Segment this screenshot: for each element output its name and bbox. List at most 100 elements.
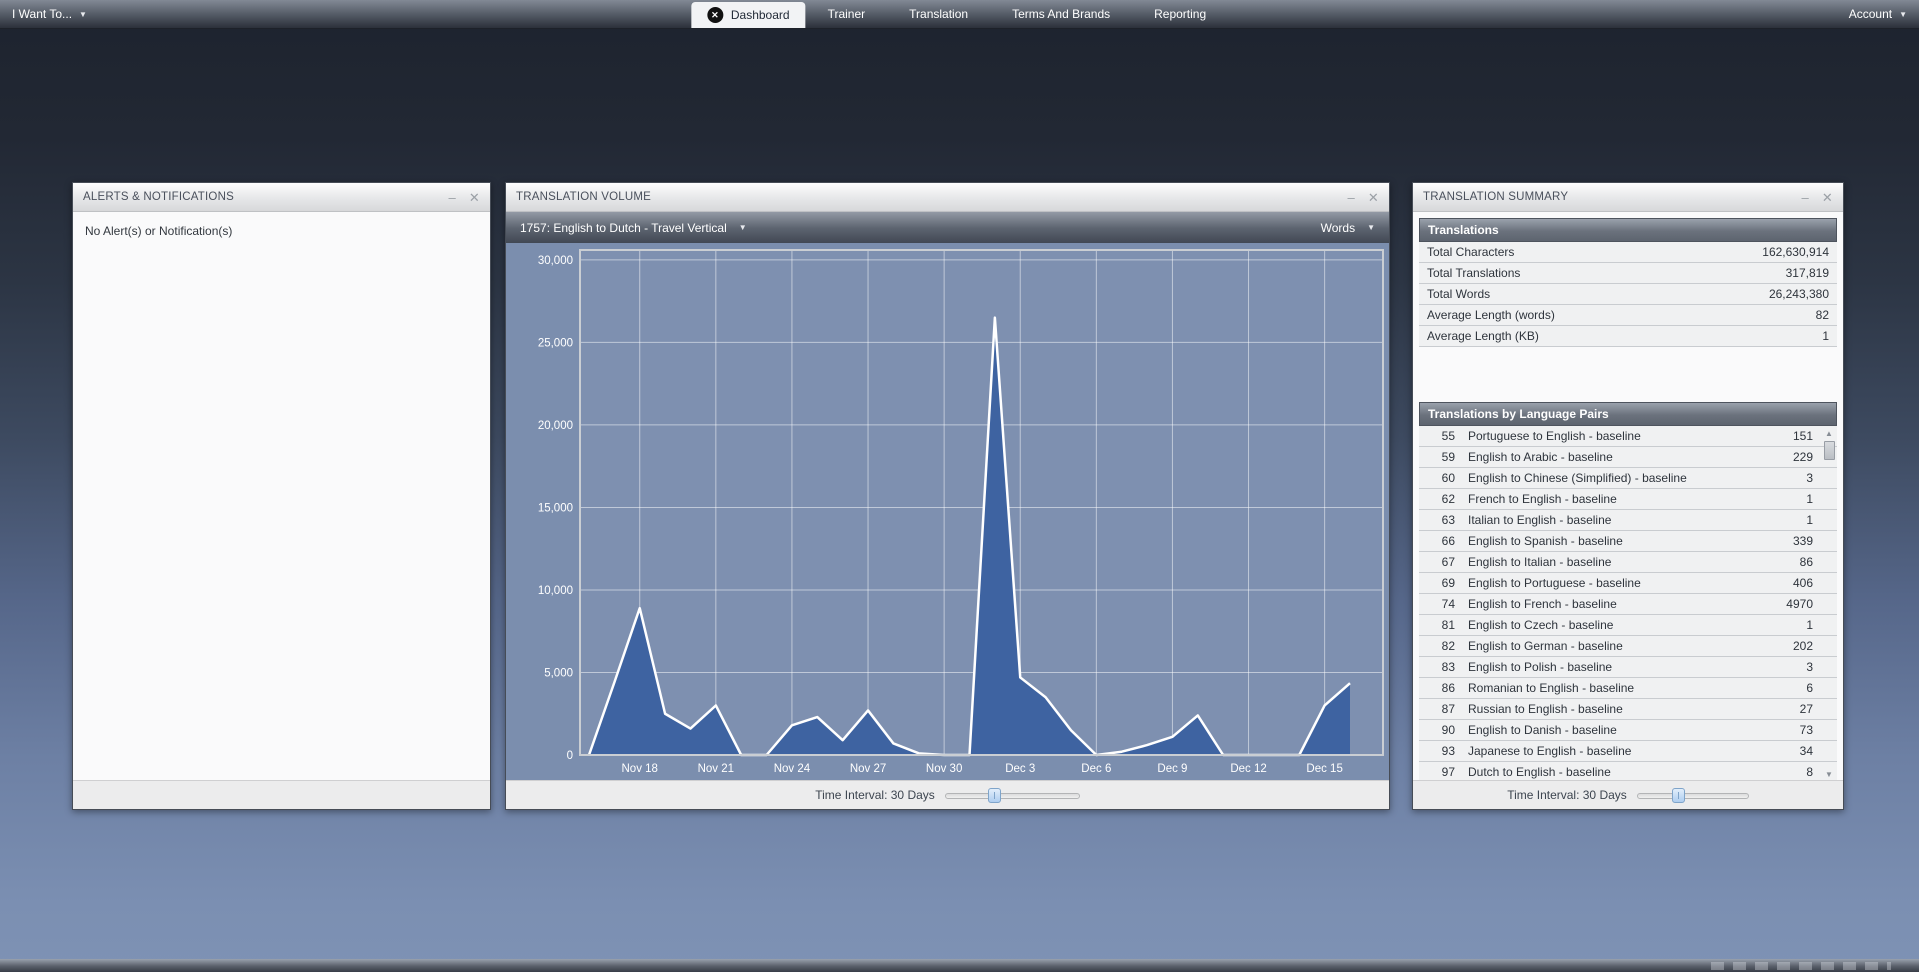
stat-value: 317,819 (1786, 263, 1829, 283)
svg-text:30,000: 30,000 (538, 255, 573, 267)
stat-value: 1 (1822, 326, 1829, 346)
close-button[interactable]: ✕ (1822, 191, 1833, 204)
pair-name: English to Danish - baseline (1468, 720, 1617, 740)
close-button[interactable]: ✕ (1368, 191, 1379, 204)
pair-count: 86 (1800, 552, 1813, 572)
minimize-button[interactable]: – (448, 191, 455, 204)
page-footer (0, 959, 1919, 972)
alerts-notifications-panel: ALERTS & NOTIFICATIONS – ✕ No Alert(s) o… (72, 182, 491, 810)
time-interval-slider[interactable] (945, 788, 1080, 803)
stat-row: Total Translations 317,819 (1419, 263, 1837, 284)
stat-label: Total Translations (1427, 263, 1520, 283)
unit-dropdown[interactable]: Words▼ (1321, 221, 1375, 235)
alerts-panel-title: ALERTS & NOTIFICATIONS (83, 191, 234, 203)
language-pair-row[interactable]: 90 English to Danish - baseline 73 (1419, 720, 1837, 741)
tab-trainer[interactable]: Trainer (806, 0, 888, 28)
svg-text:Dec 12: Dec 12 (1230, 763, 1266, 775)
language-pair-row[interactable]: 62French to English - baseline1 (1419, 489, 1837, 510)
pair-name: English to German - baseline (1468, 636, 1623, 656)
slider-handle[interactable] (988, 788, 1001, 803)
stat-row: Total Characters162,630,914 (1419, 242, 1837, 263)
tab-reporting[interactable]: Reporting (1132, 0, 1228, 28)
minimize-button[interactable]: – (1801, 191, 1808, 204)
tab-label: Trainer (828, 7, 866, 21)
pair-name: Portuguese to English - baseline (1468, 426, 1641, 446)
svg-text:Nov 27: Nov 27 (850, 763, 886, 775)
i-want-to-menu[interactable]: I Want To...▼ (12, 0, 87, 28)
summary-panel-controls: – ✕ (1801, 191, 1833, 204)
language-pairs-section-header: Translations by Language Pairs (1419, 402, 1837, 426)
slider-track[interactable] (945, 793, 1080, 799)
svg-text:Dec 15: Dec 15 (1306, 763, 1342, 775)
stat-row: Total Words26,243,380 (1419, 284, 1837, 305)
svg-text:Dec 9: Dec 9 (1157, 763, 1187, 775)
language-pair-row[interactable]: 87Russian to English - baseline27 (1419, 699, 1837, 720)
language-pair-row[interactable]: 59English to Arabic - baseline229 (1419, 447, 1837, 468)
pair-id: 66 (1419, 531, 1455, 551)
slider-handle[interactable] (1672, 788, 1685, 803)
pair-name: English to Czech - baseline (1468, 615, 1613, 635)
tab-label: Dashboard (731, 2, 790, 28)
close-circle-icon[interactable]: ✕ (707, 7, 723, 23)
scroll-down-icon[interactable]: ▼ (1823, 771, 1835, 779)
profile-dropdown-value: 1757: English to Dutch - Travel Vertical (520, 221, 727, 235)
svg-text:10,000: 10,000 (538, 585, 573, 597)
pair-count: 8 (1806, 762, 1813, 782)
pair-count: 4970 (1786, 594, 1813, 614)
language-pairs-scrollbar[interactable]: ▲ ▼ (1823, 428, 1835, 781)
slider-track[interactable] (1637, 793, 1749, 799)
time-interval-label: Time Interval: 30 Days (1507, 788, 1627, 802)
translation-summary-panel: TRANSLATION SUMMARY – ✕ Translations Tot… (1412, 182, 1844, 810)
profile-dropdown[interactable]: 1757: English to Dutch - Travel Vertical… (520, 221, 747, 235)
minimize-button[interactable]: – (1347, 191, 1354, 204)
language-pair-row[interactable]: 55Portuguese to English - baseline151 (1419, 426, 1837, 447)
pair-name: Romanian to English - baseline (1468, 678, 1634, 698)
svg-text:Nov 24: Nov 24 (774, 763, 811, 775)
tab-terms-and-brands[interactable]: Terms And Brands (990, 0, 1132, 28)
language-pair-row[interactable]: 86Romanian to English - baseline6 (1419, 678, 1837, 699)
volume-panel-controls: – ✕ (1347, 191, 1379, 204)
language-pair-row[interactable]: 81 English to Czech - baseline 1 (1419, 615, 1837, 636)
svg-text:Dec 6: Dec 6 (1081, 763, 1111, 775)
scroll-up-icon[interactable]: ▲ (1823, 430, 1835, 438)
scrollbar-thumb[interactable] (1824, 441, 1835, 460)
time-interval-slider[interactable] (1637, 788, 1749, 803)
language-pair-row[interactable]: 74English to French - baseline4970 (1419, 594, 1837, 615)
stat-row: Average Length (words)82 (1419, 305, 1837, 326)
pair-count: 406 (1793, 573, 1813, 593)
pair-name: English to Portuguese - baseline (1468, 573, 1641, 593)
tab-translation[interactable]: Translation (887, 0, 990, 28)
language-pair-row[interactable]: 69English to Portuguese - baseline406 (1419, 573, 1837, 594)
chevron-down-icon: ▼ (739, 223, 747, 232)
volume-panel-header: TRANSLATION VOLUME – ✕ (506, 183, 1389, 212)
pair-count: 1 (1806, 615, 1813, 635)
pair-id: 86 (1419, 678, 1455, 698)
pair-id: 81 (1419, 615, 1455, 635)
tab-dashboard[interactable]: ✕ Dashboard (691, 2, 806, 28)
language-pair-row[interactable]: 67English to Italian - baseline86 (1419, 552, 1837, 573)
close-button[interactable]: ✕ (469, 191, 480, 204)
language-pair-row[interactable]: 93Japanese to English - baseline34 (1419, 741, 1837, 762)
language-pair-row[interactable]: 60English to Chinese (Simplified) - base… (1419, 468, 1837, 489)
volume-toolbar: 1757: English to Dutch - Travel Vertical… (506, 212, 1389, 244)
pair-count: 3 (1806, 468, 1813, 488)
stat-label: Average Length (KB) (1427, 326, 1539, 346)
svg-text:15,000: 15,000 (538, 502, 573, 514)
pair-count: 151 (1793, 426, 1813, 446)
stat-label: Total Words (1427, 284, 1490, 304)
pair-id: 90 (1419, 720, 1455, 740)
pair-count: 27 (1800, 699, 1813, 719)
pair-id: 74 (1419, 594, 1455, 614)
language-pair-row[interactable]: 82English to German - baseline202 (1419, 636, 1837, 657)
language-pair-row[interactable]: 66English to Spanish - baseline339 (1419, 531, 1837, 552)
account-menu[interactable]: Account▼ (1849, 0, 1907, 28)
language-pair-row[interactable]: 63Italian to English - baseline1 (1419, 510, 1837, 531)
alerts-panel-controls: – ✕ (448, 191, 480, 204)
pair-count: 73 (1800, 720, 1813, 740)
volume-chart-svg: 05,00010,00015,00020,00025,00030,000Nov … (506, 243, 1389, 782)
language-pair-row[interactable]: 83English to Polish - baseline3 (1419, 657, 1837, 678)
footer-brand-logo (1711, 962, 1891, 970)
tab-label: Reporting (1154, 7, 1206, 21)
alerts-panel-footer (73, 780, 490, 809)
pair-id: 82 (1419, 636, 1455, 656)
